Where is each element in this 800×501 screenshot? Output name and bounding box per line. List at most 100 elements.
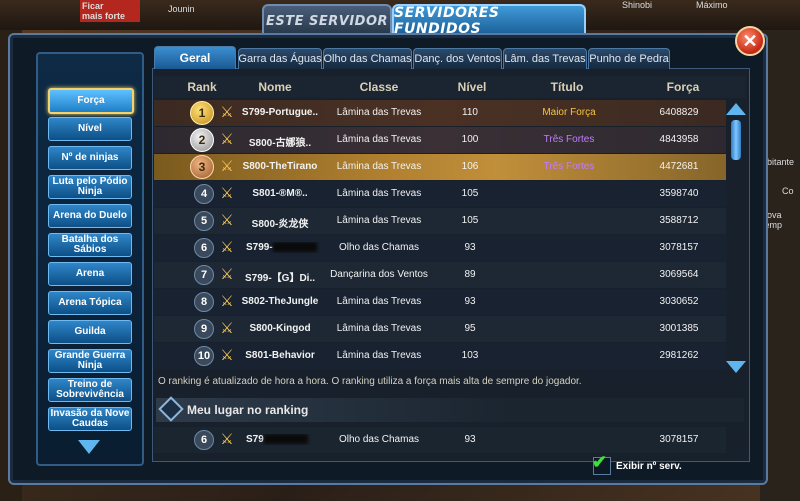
background-shinobi-tag: Shinobi bbox=[622, 0, 653, 10]
sidebar-scroll-down-arrow-icon[interactable] bbox=[78, 440, 100, 454]
sidebar-item-arena-topica[interactable]: Arena Tópica bbox=[48, 291, 132, 315]
table-row[interactable]: 9 ⚔ S800-Kingod Lâmina das Trevas 95 300… bbox=[154, 316, 726, 342]
close-icon: ✕ bbox=[742, 30, 758, 51]
sidebar-item-treino[interactable]: Treino de Sobrevivência bbox=[48, 378, 132, 402]
row-name: S799- bbox=[238, 242, 330, 253]
crossed-swords-icon: ⚔ bbox=[220, 293, 234, 310]
table-header: Rank Nome Classe Nível Título Força bbox=[154, 76, 746, 98]
table-row[interactable]: 1 ⚔ S799-Portugue.. Lâmina das Trevas 11… bbox=[154, 100, 726, 126]
table-row[interactable]: 8 ⚔ S802-TheJungle Lâmina das Trevas 93 … bbox=[154, 289, 726, 315]
row-level: 105 bbox=[461, 215, 479, 226]
sidebar-item-batalha-sabios[interactable]: Batalha dos Sábios bbox=[48, 233, 132, 257]
header-class: Classe bbox=[359, 80, 399, 94]
sidebar-item-ninjas[interactable]: Nº de ninjas bbox=[48, 146, 132, 170]
row-class: Lâmina das Trevas bbox=[336, 323, 422, 334]
rank-badge: 4 bbox=[194, 184, 214, 204]
tab-garra-aguas[interactable]: Garra das Águas bbox=[238, 48, 322, 69]
row-name: S801-®M®.. bbox=[252, 188, 308, 199]
rank-badge: 6 bbox=[194, 238, 214, 258]
row-power: 3078157 bbox=[659, 242, 699, 253]
row-power: 3078157 bbox=[659, 434, 699, 445]
close-button[interactable]: ✕ bbox=[735, 26, 765, 56]
ranking-category-sidebar: Força Nível Nº de ninjas Luta pelo Pódio… bbox=[36, 52, 144, 466]
ranking-update-info: O ranking é atualizado de hora a hora. O… bbox=[158, 376, 582, 387]
row-power: 6408829 bbox=[659, 107, 699, 118]
crossed-swords-icon: ⚔ bbox=[220, 212, 234, 229]
background-jounin-tag: Jounin bbox=[168, 4, 195, 14]
sidebar-item-nivel[interactable]: Nível bbox=[48, 117, 132, 141]
row-level: 93 bbox=[464, 296, 476, 307]
row-power: 3598740 bbox=[659, 188, 699, 199]
rank-badge: 9 bbox=[194, 319, 214, 339]
bronze-trophy-icon: 3 bbox=[190, 155, 214, 179]
crossed-swords-icon: ⚔ bbox=[220, 320, 234, 337]
row-name: S800-TheTirano bbox=[242, 161, 318, 172]
row-power: 3001385 bbox=[659, 323, 699, 334]
crossed-swords-icon: ⚔ bbox=[220, 266, 234, 283]
row-name: S799-【G】Di.. bbox=[244, 273, 316, 284]
row-level: 93 bbox=[464, 434, 476, 445]
row-name: S802-TheJungle bbox=[241, 296, 319, 307]
table-row[interactable]: 3 ⚔ S800-TheTirano Lâmina das Trevas 106… bbox=[154, 154, 726, 180]
row-level: 106 bbox=[461, 161, 479, 172]
row-power: 4843958 bbox=[659, 134, 699, 145]
tab-danc-ventos[interactable]: Danç. dos Ventos bbox=[413, 48, 502, 69]
row-class: Lâmina das Trevas bbox=[336, 296, 422, 307]
tab-merged-servers[interactable]: SERVIDORES FUNDIDOS bbox=[392, 4, 586, 37]
row-level: 110 bbox=[462, 107, 478, 118]
row-level: 103 bbox=[461, 350, 479, 361]
row-power: 4472681 bbox=[659, 161, 699, 172]
show-server-label: Exibir nº serv. bbox=[616, 461, 682, 472]
row-class: Lâmina das Trevas bbox=[336, 161, 422, 172]
rank-badge: 10 bbox=[194, 346, 214, 366]
table-row[interactable]: 5 ⚔ S800-炎龙侠 Lâmina das Trevas 105 35887… bbox=[154, 208, 726, 234]
rank-badge: 8 bbox=[194, 292, 214, 312]
scrollbar-thumb[interactable] bbox=[731, 120, 741, 160]
background-ficar-tag: Ficar mais forte bbox=[80, 0, 140, 22]
row-title: Três Fortes bbox=[543, 161, 595, 172]
rank-badge: 5 bbox=[194, 211, 214, 231]
row-name: S800-古娜狼.. bbox=[248, 138, 312, 149]
table-row[interactable]: 6 ⚔ S799- Olho das Chamas 93 3078157 bbox=[154, 235, 726, 261]
table-row[interactable]: 7 ⚔ S799-【G】Di.. Dançarina dos Ventos 89… bbox=[154, 262, 726, 288]
row-level: 89 bbox=[464, 269, 476, 280]
crossed-swords-icon: ⚔ bbox=[220, 104, 234, 121]
sidebar-item-guilda[interactable]: Guilda bbox=[48, 320, 132, 344]
crossed-swords-icon: ⚔ bbox=[220, 431, 234, 448]
row-class: Lâmina das Trevas bbox=[336, 188, 422, 199]
sidebar-item-grande-guerra[interactable]: Grande Guerra Ninja bbox=[48, 349, 132, 373]
row-name: S800-Kingod bbox=[249, 323, 311, 334]
header-level: Nível bbox=[457, 80, 487, 94]
row-name: S799-Portugue.. bbox=[241, 107, 319, 118]
tab-punho-pedra[interactable]: Punho de Pedra bbox=[588, 48, 670, 69]
tab-olho-chamas[interactable]: Olho das Chamas bbox=[323, 48, 412, 69]
sidebar-item-arena-duelo[interactable]: Arena do Duelo bbox=[48, 204, 132, 228]
redacted-name bbox=[272, 242, 317, 253]
crossed-swords-icon: ⚔ bbox=[220, 158, 234, 175]
sidebar-item-luta-podio[interactable]: Luta pelo Pódio Ninja bbox=[48, 175, 132, 199]
scroll-down-arrow-icon[interactable] bbox=[726, 361, 746, 373]
table-row[interactable]: 2 ⚔ S800-古娜狼.. Lâmina das Trevas 100 Trê… bbox=[154, 127, 726, 153]
crossed-swords-icon: ⚔ bbox=[220, 239, 234, 256]
header-power: Força bbox=[666, 80, 700, 94]
sidebar-item-forca[interactable]: Força bbox=[48, 88, 134, 114]
tab-lam-trevas[interactable]: Lâm. das Trevas bbox=[503, 48, 587, 69]
row-power: 3069564 bbox=[659, 269, 699, 280]
row-class: Dançarina dos Ventos bbox=[330, 269, 428, 280]
tab-geral[interactable]: Geral bbox=[154, 46, 236, 69]
row-class: Lâmina das Trevas bbox=[336, 134, 422, 145]
row-level: 95 bbox=[464, 323, 476, 334]
table-row[interactable]: 10 ⚔ S801-Behavior Lâmina das Trevas 103… bbox=[154, 343, 726, 369]
crossed-swords-icon: ⚔ bbox=[220, 347, 234, 364]
scroll-up-arrow-icon[interactable] bbox=[726, 103, 746, 115]
header-title: Título bbox=[550, 80, 584, 94]
tab-this-server[interactable]: ESTE SERVIDOR bbox=[262, 4, 392, 36]
my-rank-row[interactable]: 6 ⚔ S79 Olho das Chamas 93 3078157 bbox=[154, 427, 726, 453]
table-row[interactable]: 4 ⚔ S801-®M®.. Lâmina das Trevas 105 359… bbox=[154, 181, 726, 207]
checkmark-icon: ✔ bbox=[592, 452, 608, 472]
sidebar-item-invasao[interactable]: Invasão da Nove Caudas bbox=[48, 407, 132, 431]
silver-trophy-icon: 2 bbox=[190, 128, 214, 152]
redacted-name bbox=[263, 434, 308, 445]
sidebar-item-arena[interactable]: Arena bbox=[48, 262, 132, 286]
row-class: Olho das Chamas bbox=[338, 242, 420, 253]
